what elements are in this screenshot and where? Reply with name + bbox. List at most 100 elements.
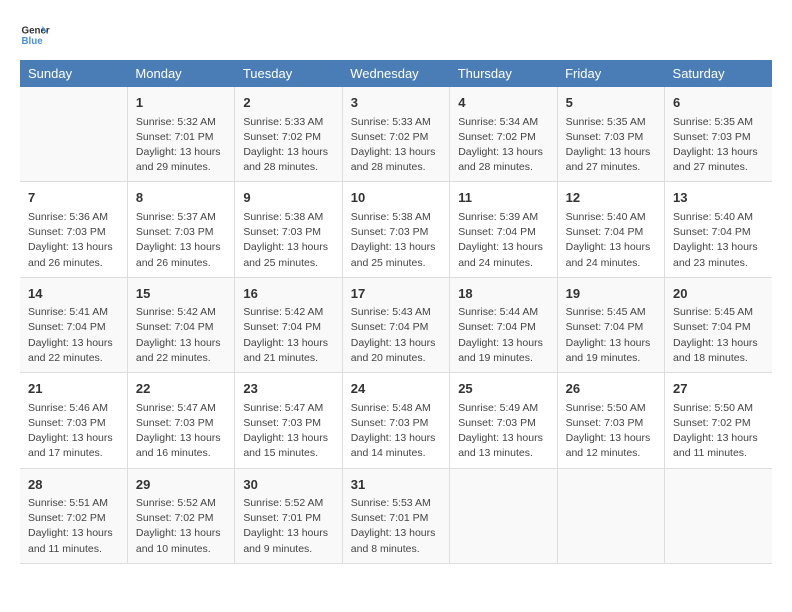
svg-text:Blue: Blue: [22, 36, 44, 47]
calendar-cell: 27Sunrise: 5:50 AM Sunset: 7:02 PM Dayli…: [665, 373, 772, 468]
day-info: Sunrise: 5:33 AM Sunset: 7:02 PM Dayligh…: [243, 115, 333, 176]
calendar-cell: 15Sunrise: 5:42 AM Sunset: 7:04 PM Dayli…: [127, 277, 234, 372]
day-info: Sunrise: 5:46 AM Sunset: 7:03 PM Dayligh…: [28, 401, 119, 462]
day-number: 8: [136, 188, 226, 208]
day-number: 31: [351, 475, 441, 495]
day-header-wednesday: Wednesday: [342, 60, 449, 87]
calendar-cell: 5Sunrise: 5:35 AM Sunset: 7:03 PM Daylig…: [557, 87, 664, 182]
day-number: 10: [351, 188, 441, 208]
day-info: Sunrise: 5:39 AM Sunset: 7:04 PM Dayligh…: [458, 210, 548, 271]
calendar-cell: [665, 468, 772, 563]
calendar-cell: 11Sunrise: 5:39 AM Sunset: 7:04 PM Dayli…: [450, 182, 557, 277]
calendar-table: SundayMondayTuesdayWednesdayThursdayFrid…: [20, 60, 772, 564]
day-info: Sunrise: 5:40 AM Sunset: 7:04 PM Dayligh…: [566, 210, 656, 271]
day-info: Sunrise: 5:50 AM Sunset: 7:02 PM Dayligh…: [673, 401, 764, 462]
calendar-cell: 17Sunrise: 5:43 AM Sunset: 7:04 PM Dayli…: [342, 277, 449, 372]
day-number: 3: [351, 93, 441, 113]
day-info: Sunrise: 5:42 AM Sunset: 7:04 PM Dayligh…: [243, 305, 333, 366]
day-number: 9: [243, 188, 333, 208]
calendar-cell: 25Sunrise: 5:49 AM Sunset: 7:03 PM Dayli…: [450, 373, 557, 468]
calendar-cell: 4Sunrise: 5:34 AM Sunset: 7:02 PM Daylig…: [450, 87, 557, 182]
day-info: Sunrise: 5:32 AM Sunset: 7:01 PM Dayligh…: [136, 115, 226, 176]
calendar-cell: 16Sunrise: 5:42 AM Sunset: 7:04 PM Dayli…: [235, 277, 342, 372]
day-header-tuesday: Tuesday: [235, 60, 342, 87]
calendar-cell: 29Sunrise: 5:52 AM Sunset: 7:02 PM Dayli…: [127, 468, 234, 563]
day-info: Sunrise: 5:38 AM Sunset: 7:03 PM Dayligh…: [243, 210, 333, 271]
week-row-1: 1Sunrise: 5:32 AM Sunset: 7:01 PM Daylig…: [20, 87, 772, 182]
day-number: 2: [243, 93, 333, 113]
day-info: Sunrise: 5:45 AM Sunset: 7:04 PM Dayligh…: [673, 305, 764, 366]
day-number: 14: [28, 284, 119, 304]
calendar-cell: 20Sunrise: 5:45 AM Sunset: 7:04 PM Dayli…: [665, 277, 772, 372]
day-number: 6: [673, 93, 764, 113]
calendar-cell: 14Sunrise: 5:41 AM Sunset: 7:04 PM Dayli…: [20, 277, 127, 372]
day-info: Sunrise: 5:49 AM Sunset: 7:03 PM Dayligh…: [458, 401, 548, 462]
calendar-cell: [557, 468, 664, 563]
day-info: Sunrise: 5:45 AM Sunset: 7:04 PM Dayligh…: [566, 305, 656, 366]
week-row-3: 14Sunrise: 5:41 AM Sunset: 7:04 PM Dayli…: [20, 277, 772, 372]
logo: General Blue: [20, 20, 44, 50]
day-info: Sunrise: 5:33 AM Sunset: 7:02 PM Dayligh…: [351, 115, 441, 176]
day-number: 13: [673, 188, 764, 208]
calendar-cell: 18Sunrise: 5:44 AM Sunset: 7:04 PM Dayli…: [450, 277, 557, 372]
day-header-friday: Friday: [557, 60, 664, 87]
day-info: Sunrise: 5:37 AM Sunset: 7:03 PM Dayligh…: [136, 210, 226, 271]
day-info: Sunrise: 5:52 AM Sunset: 7:02 PM Dayligh…: [136, 496, 226, 557]
day-info: Sunrise: 5:35 AM Sunset: 7:03 PM Dayligh…: [566, 115, 656, 176]
day-number: 16: [243, 284, 333, 304]
calendar-cell: 24Sunrise: 5:48 AM Sunset: 7:03 PM Dayli…: [342, 373, 449, 468]
day-info: Sunrise: 5:43 AM Sunset: 7:04 PM Dayligh…: [351, 305, 441, 366]
calendar-cell: 13Sunrise: 5:40 AM Sunset: 7:04 PM Dayli…: [665, 182, 772, 277]
day-number: 23: [243, 379, 333, 399]
calendar-cell: 22Sunrise: 5:47 AM Sunset: 7:03 PM Dayli…: [127, 373, 234, 468]
calendar-cell: 8Sunrise: 5:37 AM Sunset: 7:03 PM Daylig…: [127, 182, 234, 277]
logo-icon: General Blue: [20, 20, 50, 50]
day-header-monday: Monday: [127, 60, 234, 87]
day-info: Sunrise: 5:35 AM Sunset: 7:03 PM Dayligh…: [673, 115, 764, 176]
day-info: Sunrise: 5:47 AM Sunset: 7:03 PM Dayligh…: [136, 401, 226, 462]
day-number: 19: [566, 284, 656, 304]
day-info: Sunrise: 5:48 AM Sunset: 7:03 PM Dayligh…: [351, 401, 441, 462]
day-number: 28: [28, 475, 119, 495]
header-row: SundayMondayTuesdayWednesdayThursdayFrid…: [20, 60, 772, 87]
day-number: 29: [136, 475, 226, 495]
calendar-cell: 9Sunrise: 5:38 AM Sunset: 7:03 PM Daylig…: [235, 182, 342, 277]
day-header-thursday: Thursday: [450, 60, 557, 87]
day-info: Sunrise: 5:52 AM Sunset: 7:01 PM Dayligh…: [243, 496, 333, 557]
calendar-cell: 19Sunrise: 5:45 AM Sunset: 7:04 PM Dayli…: [557, 277, 664, 372]
day-info: Sunrise: 5:44 AM Sunset: 7:04 PM Dayligh…: [458, 305, 548, 366]
calendar-cell: 28Sunrise: 5:51 AM Sunset: 7:02 PM Dayli…: [20, 468, 127, 563]
page-header: General Blue: [20, 20, 772, 50]
day-info: Sunrise: 5:38 AM Sunset: 7:03 PM Dayligh…: [351, 210, 441, 271]
calendar-cell: [20, 87, 127, 182]
day-number: 27: [673, 379, 764, 399]
day-number: 1: [136, 93, 226, 113]
day-number: 21: [28, 379, 119, 399]
day-info: Sunrise: 5:51 AM Sunset: 7:02 PM Dayligh…: [28, 496, 119, 557]
calendar-cell: 12Sunrise: 5:40 AM Sunset: 7:04 PM Dayli…: [557, 182, 664, 277]
week-row-4: 21Sunrise: 5:46 AM Sunset: 7:03 PM Dayli…: [20, 373, 772, 468]
day-info: Sunrise: 5:50 AM Sunset: 7:03 PM Dayligh…: [566, 401, 656, 462]
day-number: 5: [566, 93, 656, 113]
day-info: Sunrise: 5:34 AM Sunset: 7:02 PM Dayligh…: [458, 115, 548, 176]
day-number: 4: [458, 93, 548, 113]
day-number: 24: [351, 379, 441, 399]
calendar-cell: 7Sunrise: 5:36 AM Sunset: 7:03 PM Daylig…: [20, 182, 127, 277]
calendar-cell: 1Sunrise: 5:32 AM Sunset: 7:01 PM Daylig…: [127, 87, 234, 182]
calendar-cell: 6Sunrise: 5:35 AM Sunset: 7:03 PM Daylig…: [665, 87, 772, 182]
calendar-cell: [450, 468, 557, 563]
day-number: 12: [566, 188, 656, 208]
day-info: Sunrise: 5:41 AM Sunset: 7:04 PM Dayligh…: [28, 305, 119, 366]
calendar-cell: 3Sunrise: 5:33 AM Sunset: 7:02 PM Daylig…: [342, 87, 449, 182]
day-info: Sunrise: 5:36 AM Sunset: 7:03 PM Dayligh…: [28, 210, 119, 271]
calendar-cell: 21Sunrise: 5:46 AM Sunset: 7:03 PM Dayli…: [20, 373, 127, 468]
day-info: Sunrise: 5:40 AM Sunset: 7:04 PM Dayligh…: [673, 210, 764, 271]
day-header-saturday: Saturday: [665, 60, 772, 87]
calendar-cell: 10Sunrise: 5:38 AM Sunset: 7:03 PM Dayli…: [342, 182, 449, 277]
day-number: 30: [243, 475, 333, 495]
week-row-5: 28Sunrise: 5:51 AM Sunset: 7:02 PM Dayli…: [20, 468, 772, 563]
day-number: 22: [136, 379, 226, 399]
day-number: 11: [458, 188, 548, 208]
day-header-sunday: Sunday: [20, 60, 127, 87]
day-number: 20: [673, 284, 764, 304]
